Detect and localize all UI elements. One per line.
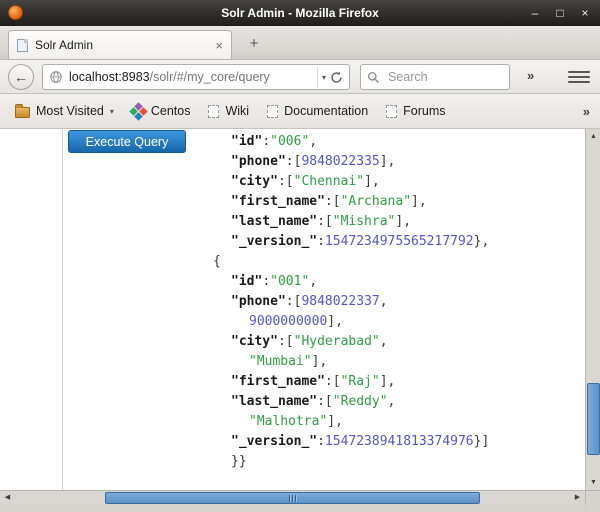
search-input[interactable] [386, 69, 503, 85]
json-output: "id":"006","phone":[9848022335],"city":[… [213, 132, 489, 472]
scroll-down-icon[interactable]: ▼ [586, 475, 600, 490]
bookmarks-list: Most Visited ▾ Centos Wiki Documentation Foru… [6, 101, 455, 121]
search-icon [367, 71, 380, 84]
bookmarks-toolbar: Most Visited ▾ Centos Wiki Documentation Foru… [0, 94, 600, 129]
url-path: /solr/#/my_core/query [150, 70, 270, 84]
json-line: "_version_":1547234975565217792}, [213, 232, 489, 252]
json-line: "Malhotra"], [213, 412, 489, 432]
horizontal-scrollbar[interactable]: ◀ ▶ [0, 490, 585, 505]
scroll-left-icon[interactable]: ◀ [0, 491, 15, 506]
navigation-toolbar: ← localhost:8983/solr/#/my_core/query ▾ [0, 60, 600, 94]
globe-icon [49, 70, 63, 84]
search-box [360, 64, 510, 90]
tab-solr-admin[interactable]: Solr Admin × [8, 30, 232, 59]
bookmark-label: Wiki [225, 104, 249, 118]
chevron-down-icon: ▾ [110, 107, 114, 116]
window-bottom-edge [0, 505, 600, 512]
json-line: "last_name":["Mishra"], [213, 212, 489, 232]
page-icon [208, 105, 219, 118]
json-line: "id":"001", [213, 272, 489, 292]
json-line: "city":["Chennai"], [213, 172, 489, 192]
json-line: 9000000000], [213, 312, 489, 332]
json-line: "phone":[9848022335], [213, 152, 489, 172]
bookmark-item[interactable]: Forums [377, 101, 454, 121]
url-bar-controls: ▾ [317, 67, 345, 87]
hamburger-menu-icon[interactable] [568, 68, 590, 86]
json-line: "id":"006", [213, 132, 489, 152]
bookmarks-overflow-icon[interactable]: » [583, 104, 594, 119]
json-line: "_version_":1547238941813374976}] [213, 432, 489, 452]
url-input[interactable]: localhost:8983/solr/#/my_core/query [69, 70, 317, 84]
bookmark-label: Centos [151, 104, 191, 118]
scroll-right-icon[interactable]: ▶ [570, 491, 585, 506]
json-line: "city":["Hyderabad", [213, 332, 489, 352]
scroll-up-icon[interactable]: ▲ [586, 129, 600, 144]
bookmark-label: Forums [403, 104, 445, 118]
execute-query-button[interactable]: Execute Query [68, 130, 186, 153]
json-line: }} [213, 452, 489, 472]
page-favicon [17, 39, 28, 52]
toolbar-overflow-icon[interactable]: » [527, 68, 534, 83]
horizontal-scrollbar-thumb[interactable] [105, 492, 480, 504]
tab-label: Solr Admin [35, 38, 208, 52]
bookmark-label: Documentation [284, 104, 368, 118]
minimize-icon[interactable]: – [528, 6, 542, 20]
bookmark-item[interactable]: Documentation [258, 101, 377, 121]
json-line: { [213, 252, 489, 272]
json-line: "Mumbai"], [213, 352, 489, 372]
vertical-scrollbar-thumb[interactable] [587, 383, 600, 455]
new-tab-button[interactable]: + [241, 33, 267, 55]
window-titlebar: Solr Admin - Mozilla Firefox – □ × [0, 0, 600, 26]
centos-icon [129, 102, 147, 120]
json-line: "first_name":["Raj"], [213, 372, 489, 392]
page-icon [267, 105, 278, 118]
page-icon [386, 105, 397, 118]
page-content: Execute Query "id":"006","phone":[984802… [0, 129, 585, 490]
bookmark-item[interactable]: Most Visited ▾ [6, 101, 123, 121]
json-line: "phone":[9848022337, [213, 292, 489, 312]
sidebar-divider [62, 129, 63, 490]
close-icon[interactable]: × [578, 6, 592, 20]
reload-icon[interactable] [330, 71, 345, 84]
bookmark-item[interactable]: Wiki [199, 101, 258, 121]
window-controls: – □ × [528, 0, 592, 26]
tab-bar: Solr Admin × + [0, 26, 600, 60]
browser-window: Solr Admin - Mozilla Firefox – □ × Solr … [0, 0, 600, 512]
bookmark-item[interactable]: Centos [123, 101, 200, 121]
tab-close-icon[interactable]: × [215, 39, 223, 52]
folder-icon [15, 107, 30, 118]
window-title: Solr Admin - Mozilla Firefox [0, 0, 600, 26]
url-bar[interactable]: localhost:8983/solr/#/my_core/query ▾ [42, 64, 350, 90]
maximize-icon[interactable]: □ [553, 6, 567, 20]
json-line: "first_name":["Archana"], [213, 192, 489, 212]
vertical-scrollbar[interactable]: ▲ ▼ [585, 129, 600, 490]
url-host: localhost:8983 [69, 70, 150, 84]
bookmark-label: Most Visited [36, 104, 104, 118]
chevron-down-icon[interactable]: ▾ [322, 73, 326, 82]
json-line: "last_name":["Reddy", [213, 392, 489, 412]
back-button[interactable]: ← [8, 64, 34, 90]
scrollbar-corner [585, 490, 600, 505]
